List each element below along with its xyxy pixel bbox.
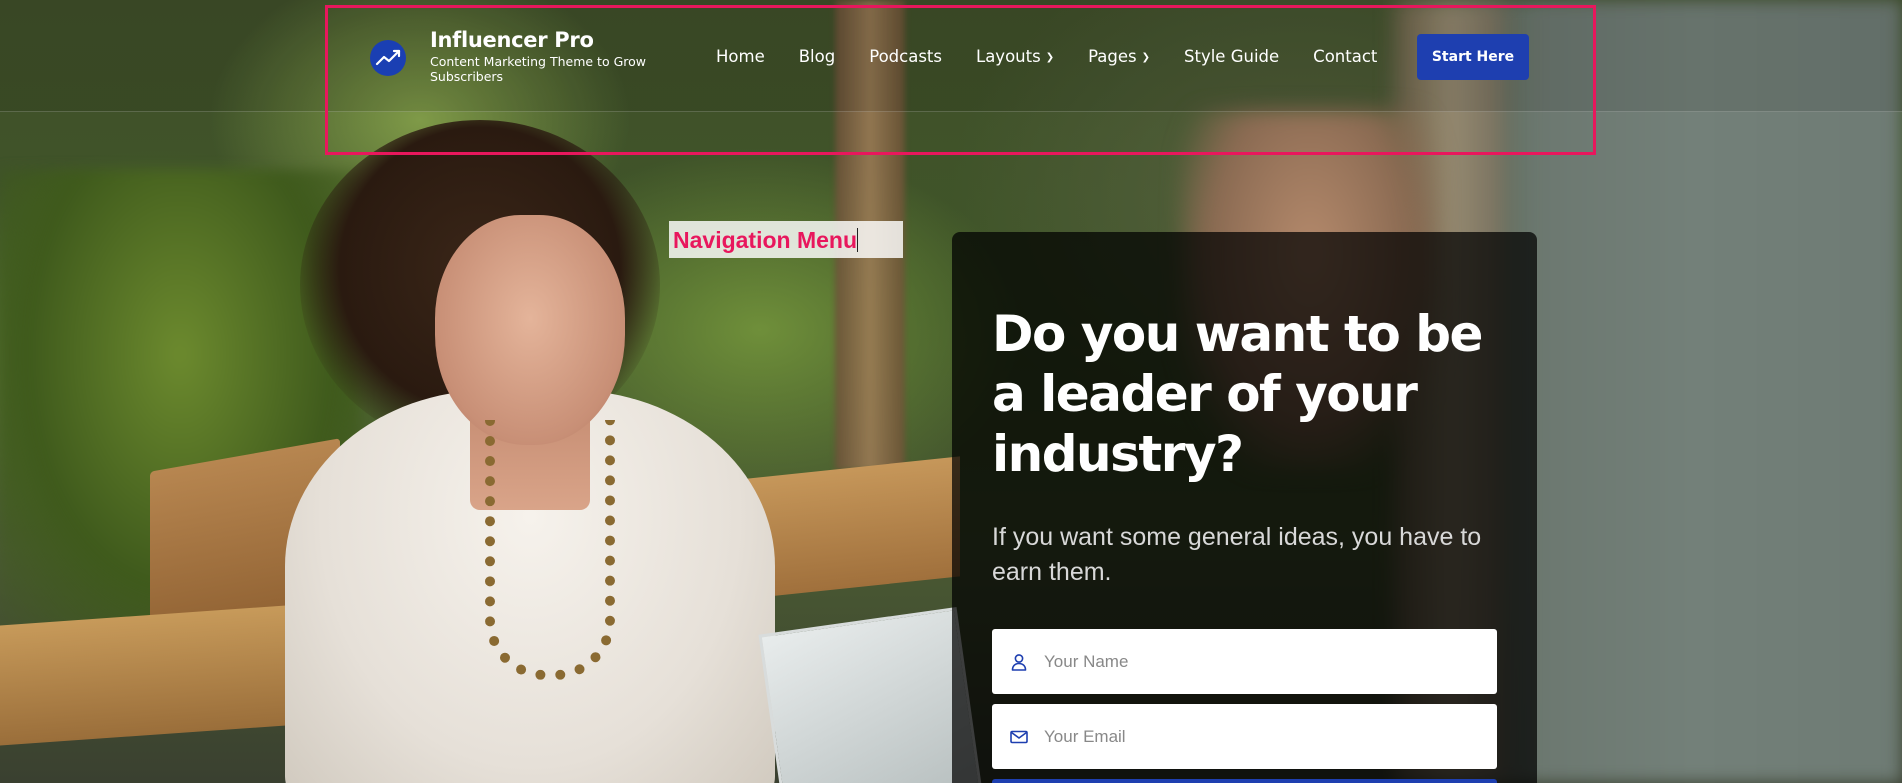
envelope-icon bbox=[1010, 730, 1028, 743]
email-field[interactable] bbox=[992, 704, 1497, 769]
hero-subtitle: If you want some general ideas, you have… bbox=[992, 523, 1482, 586]
text-caret bbox=[857, 228, 859, 252]
name-field[interactable] bbox=[992, 629, 1497, 694]
annotation-label: Navigation Menu bbox=[669, 221, 903, 258]
annotation-text: Navigation Menu bbox=[673, 227, 858, 253]
hero-optin-card: Do you want to be a leader of your indus… bbox=[952, 232, 1537, 783]
name-input[interactable] bbox=[1044, 651, 1484, 672]
user-icon bbox=[1011, 653, 1027, 671]
annotation-highlight-box bbox=[325, 5, 1596, 155]
email-input[interactable] bbox=[1044, 726, 1484, 747]
submit-button[interactable] bbox=[992, 779, 1497, 783]
hero-title: Do you want to be a leader of your indus… bbox=[992, 305, 1483, 483]
